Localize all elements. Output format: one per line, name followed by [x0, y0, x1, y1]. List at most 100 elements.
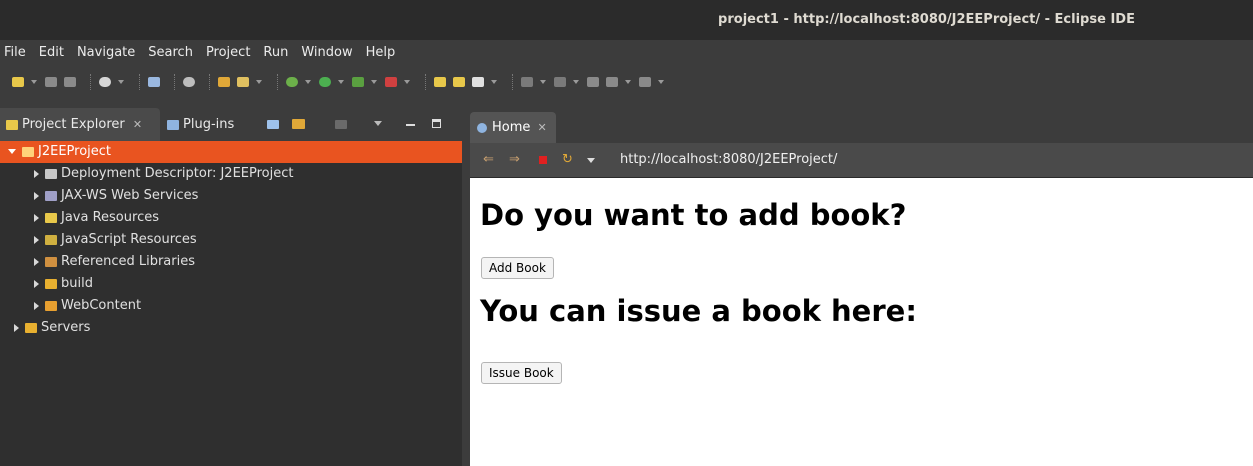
- back-icon[interactable]: [606, 77, 618, 87]
- folder-icon: [45, 278, 57, 289]
- close-icon[interactable]: ✕: [538, 121, 547, 134]
- collapsed-arrow-icon[interactable]: [34, 235, 39, 244]
- tree-item-label: Referenced Libraries: [61, 254, 195, 269]
- menu-project[interactable]: Project: [206, 45, 250, 60]
- toolbar-separator: [425, 74, 427, 90]
- tree-item-webcontent[interactable]: WebContent: [0, 295, 462, 317]
- external-tools-dropdown-icon[interactable]: [404, 80, 410, 84]
- menu-window[interactable]: Window: [301, 45, 352, 60]
- next-annotation-dropdown-icon[interactable]: [540, 80, 546, 84]
- tree-item-build[interactable]: build: [0, 273, 462, 295]
- maximize-icon[interactable]: [432, 119, 441, 128]
- tree-item-java-resources[interactable]: Java Resources: [0, 207, 462, 229]
- tree-item-label: build: [61, 276, 93, 291]
- link-with-editor-icon[interactable]: [292, 119, 305, 129]
- collapsed-arrow-icon[interactable]: [14, 323, 19, 332]
- focus-icon[interactable]: [335, 120, 347, 129]
- skip-breakpoints-icon[interactable]: [183, 77, 195, 87]
- settings-dropdown-icon[interactable]: [118, 80, 124, 84]
- tree-item-javascript-resources[interactable]: JavaScript Resources: [0, 229, 462, 251]
- main-toolbar: [0, 64, 1253, 100]
- tree-item-jax-ws[interactable]: JAX-WS Web Services: [0, 185, 462, 207]
- title-bar: project1 - http://localhost:8080/J2EEPro…: [0, 0, 1253, 40]
- save-icon[interactable]: [45, 77, 57, 87]
- debug-icon[interactable]: [286, 77, 298, 87]
- new-dropdown-icon[interactable]: [31, 80, 37, 84]
- library-icon: [45, 234, 57, 245]
- menu-edit[interactable]: Edit: [39, 45, 64, 60]
- web-services-icon: [45, 190, 57, 201]
- tree-item-referenced-libraries[interactable]: Referenced Libraries: [0, 251, 462, 273]
- search-dropdown-icon[interactable]: [491, 80, 497, 84]
- menu-file[interactable]: File: [4, 45, 26, 60]
- collapsed-arrow-icon[interactable]: [34, 213, 39, 222]
- debug-dropdown-icon[interactable]: [305, 80, 311, 84]
- page-heading-issue: You can issue a book here:: [480, 294, 917, 328]
- collapse-all-icon[interactable]: [267, 120, 279, 129]
- back-icon[interactable]: ⇐: [483, 153, 494, 166]
- view-menu-icon[interactable]: [374, 121, 382, 126]
- last-edit-icon[interactable]: [587, 77, 599, 87]
- forward-dropdown-icon[interactable]: [658, 80, 664, 84]
- url-field[interactable]: http://localhost:8080/J2EEProject/: [620, 143, 837, 177]
- refresh-dropdown-icon[interactable]: [587, 158, 595, 163]
- forward-icon[interactable]: ⇒: [509, 153, 520, 166]
- web-project-icon: [22, 146, 34, 157]
- tree-item-label: Java Resources: [61, 210, 159, 225]
- publish-icon[interactable]: [237, 77, 249, 87]
- tree-item-label: J2EEProject: [38, 144, 112, 159]
- toolbar-separator: [512, 74, 514, 90]
- save-all-icon[interactable]: [64, 77, 76, 87]
- tree-item-j2eeproject[interactable]: J2EEProject: [0, 141, 462, 163]
- toolbar-separator: [174, 74, 176, 90]
- menu-search[interactable]: Search: [148, 45, 193, 60]
- console-icon[interactable]: [148, 77, 160, 87]
- tab-home[interactable]: Home ✕: [470, 112, 556, 143]
- tree-item-label: Servers: [41, 320, 91, 335]
- folder-icon: [25, 322, 37, 333]
- stop-icon[interactable]: [539, 156, 547, 164]
- collapsed-arrow-icon[interactable]: [34, 279, 39, 288]
- open-task-icon[interactable]: [453, 77, 465, 87]
- project-tree: J2EEProject Deployment Descriptor: J2EEP…: [0, 141, 462, 339]
- tree-item-deployment-descriptor[interactable]: Deployment Descriptor: J2EEProject: [0, 163, 462, 185]
- search-icon[interactable]: [472, 77, 484, 87]
- minimize-icon[interactable]: [406, 124, 415, 126]
- globe-icon: [477, 122, 487, 133]
- menu-help[interactable]: Help: [366, 45, 396, 60]
- open-type-icon[interactable]: [434, 77, 446, 87]
- tab-project-explorer[interactable]: Project Explorer ✕: [0, 108, 160, 141]
- menu-run[interactable]: Run: [263, 45, 288, 60]
- next-annotation-icon[interactable]: [521, 77, 533, 87]
- forward-icon[interactable]: [639, 77, 651, 87]
- run-dropdown-icon[interactable]: [338, 80, 344, 84]
- settings-icon[interactable]: [99, 77, 111, 87]
- tab-home-label: Home: [492, 120, 531, 135]
- add-book-button[interactable]: Add Book: [481, 257, 554, 279]
- external-tools-icon[interactable]: [385, 77, 397, 87]
- collapsed-arrow-icon[interactable]: [34, 169, 39, 178]
- back-dropdown-icon[interactable]: [625, 80, 631, 84]
- java-resources-icon: [45, 212, 57, 223]
- previous-annotation-icon[interactable]: [554, 77, 566, 87]
- expanded-arrow-icon[interactable]: [8, 149, 16, 154]
- coverage-dropdown-icon[interactable]: [371, 80, 377, 84]
- tab-plugins[interactable]: Plug-ins: [167, 108, 257, 141]
- collapsed-arrow-icon[interactable]: [34, 191, 39, 200]
- tree-item-servers[interactable]: Servers: [0, 317, 462, 339]
- panel-splitter[interactable]: [462, 108, 470, 466]
- new-icon[interactable]: [12, 77, 24, 87]
- run-icon[interactable]: [319, 77, 331, 87]
- previous-annotation-dropdown-icon[interactable]: [573, 80, 579, 84]
- project-explorer-panel: Project Explorer ✕ Plug-ins J2EEProject …: [0, 108, 462, 466]
- new-server-icon[interactable]: [218, 77, 230, 87]
- coverage-icon[interactable]: [352, 77, 364, 87]
- collapsed-arrow-icon[interactable]: [34, 257, 39, 266]
- close-icon[interactable]: ✕: [133, 118, 142, 131]
- issue-book-button[interactable]: Issue Book: [481, 362, 562, 384]
- refresh-icon[interactable]: ↻: [562, 153, 573, 166]
- menu-navigate[interactable]: Navigate: [77, 45, 135, 60]
- plugins-icon: [167, 119, 179, 130]
- publish-dropdown-icon[interactable]: [256, 80, 262, 84]
- collapsed-arrow-icon[interactable]: [34, 301, 39, 310]
